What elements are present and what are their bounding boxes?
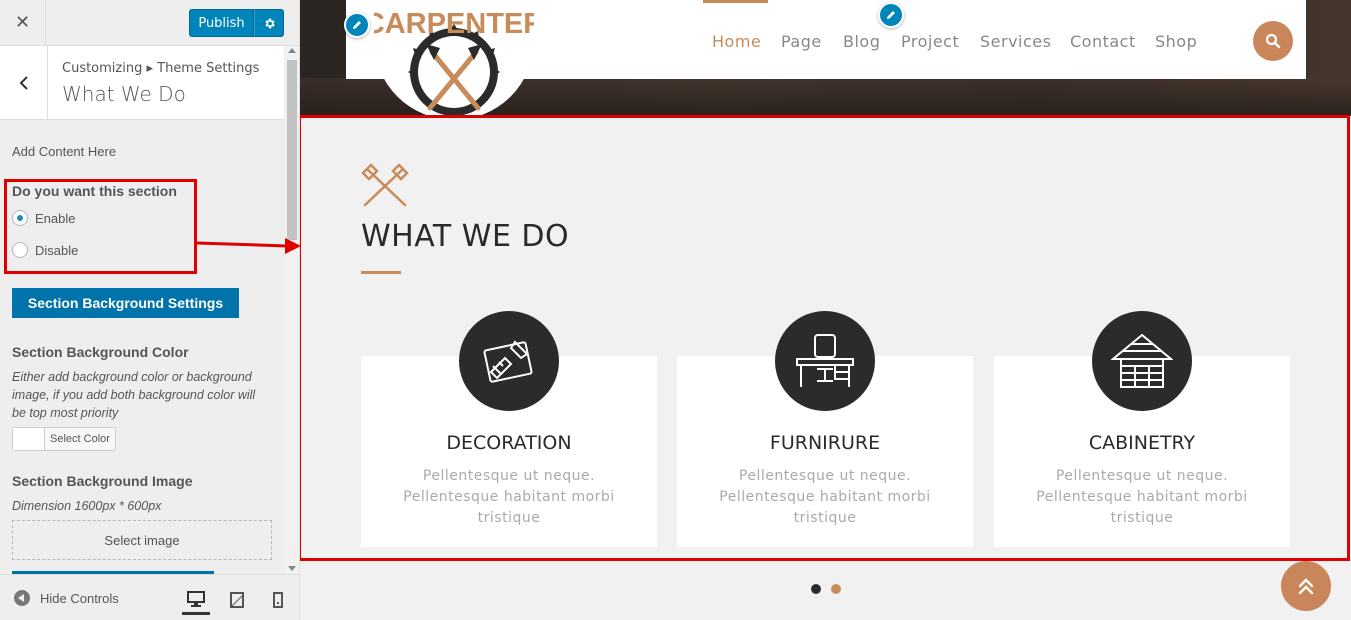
site-logo[interactable]: CARPENTER (364, 0, 544, 120)
device-desktop-button[interactable] (182, 585, 210, 615)
scroll-down-arrow[interactable] (288, 566, 296, 571)
nav-contact[interactable]: Contact (1070, 32, 1136, 51)
annotation-highlight-section (300, 115, 1350, 561)
search-icon (1265, 33, 1281, 49)
breadcrumb: Customizing ▸ Theme Settings (62, 61, 260, 76)
select-color-button[interactable]: Select Color (12, 427, 116, 451)
search-button[interactable] (1253, 21, 1293, 61)
hide-controls-button[interactable]: Hide Controls (14, 590, 119, 606)
bg-image-description: Dimension 1600px * 600px (12, 499, 162, 513)
slider-dot-1[interactable] (811, 584, 821, 594)
publish-settings-button[interactable] (254, 9, 284, 37)
mobile-icon (273, 592, 283, 608)
site-preview: Home Page Blog Project Services Contact … (300, 0, 1351, 620)
tablet-icon (230, 592, 244, 608)
nav-home[interactable]: Home (712, 32, 761, 51)
select-image-button[interactable]: Select image (12, 520, 272, 560)
panel-header: Customizing ▸ Theme Settings What We Do (0, 46, 284, 120)
slider-dot-2[interactable] (831, 584, 841, 594)
scroll-up-arrow[interactable] (288, 48, 296, 53)
desktop-icon (187, 590, 205, 607)
pencil-icon (353, 21, 361, 29)
chevron-left-icon (19, 76, 28, 90)
nav-page[interactable]: Page (781, 32, 822, 51)
nav-shop[interactable]: Shop (1155, 32, 1197, 51)
bg-image-label: Section Background Image (12, 473, 193, 489)
annotation-arrow (196, 238, 301, 254)
edit-logo-shortcut[interactable] (344, 12, 370, 38)
annotation-highlight-box (4, 179, 197, 274)
customizer-footer: Hide Controls (0, 574, 299, 620)
gear-icon (264, 18, 275, 28)
bg-color-label: Section Background Color (12, 344, 189, 360)
nav-project[interactable]: Project (901, 32, 959, 51)
hide-controls-label: Hide Controls (40, 590, 119, 606)
device-mobile-button[interactable] (264, 585, 292, 615)
scroll-to-top-button[interactable] (1281, 561, 1331, 611)
device-tablet-button[interactable] (223, 585, 251, 615)
section-background-settings-button[interactable]: Section Background Settings (12, 288, 239, 318)
back-button[interactable] (0, 46, 48, 120)
sidebar-scrollbar[interactable] (285, 46, 299, 574)
nav-active-indicator (703, 0, 768, 3)
select-color-label: Select Color (50, 433, 110, 445)
panel-title: What We Do (62, 82, 186, 106)
pencil-icon (887, 11, 895, 19)
nav-services[interactable]: Services (980, 32, 1051, 51)
logo-text: CARPENTER (374, 8, 534, 40)
collapse-icon (14, 590, 30, 606)
color-swatch (13, 428, 45, 450)
close-customizer-button[interactable]: ✕ (0, 0, 46, 45)
edit-menu-shortcut[interactable] (878, 2, 904, 28)
bg-color-description: Either add background color or backgroun… (12, 370, 256, 420)
add-content-label: Add Content Here (12, 144, 117, 159)
nav-blog[interactable]: Blog (843, 32, 880, 51)
customizer-topbar: ✕ Publish (0, 0, 299, 46)
publish-button[interactable]: Publish (189, 9, 254, 37)
customizer-sidebar: ✕ Publish Customizing ▸ Theme Settings W… (0, 0, 300, 620)
scroll-thumb[interactable] (287, 60, 297, 240)
close-icon: ✕ (14, 12, 31, 33)
double-chevron-up-icon (1298, 578, 1314, 595)
